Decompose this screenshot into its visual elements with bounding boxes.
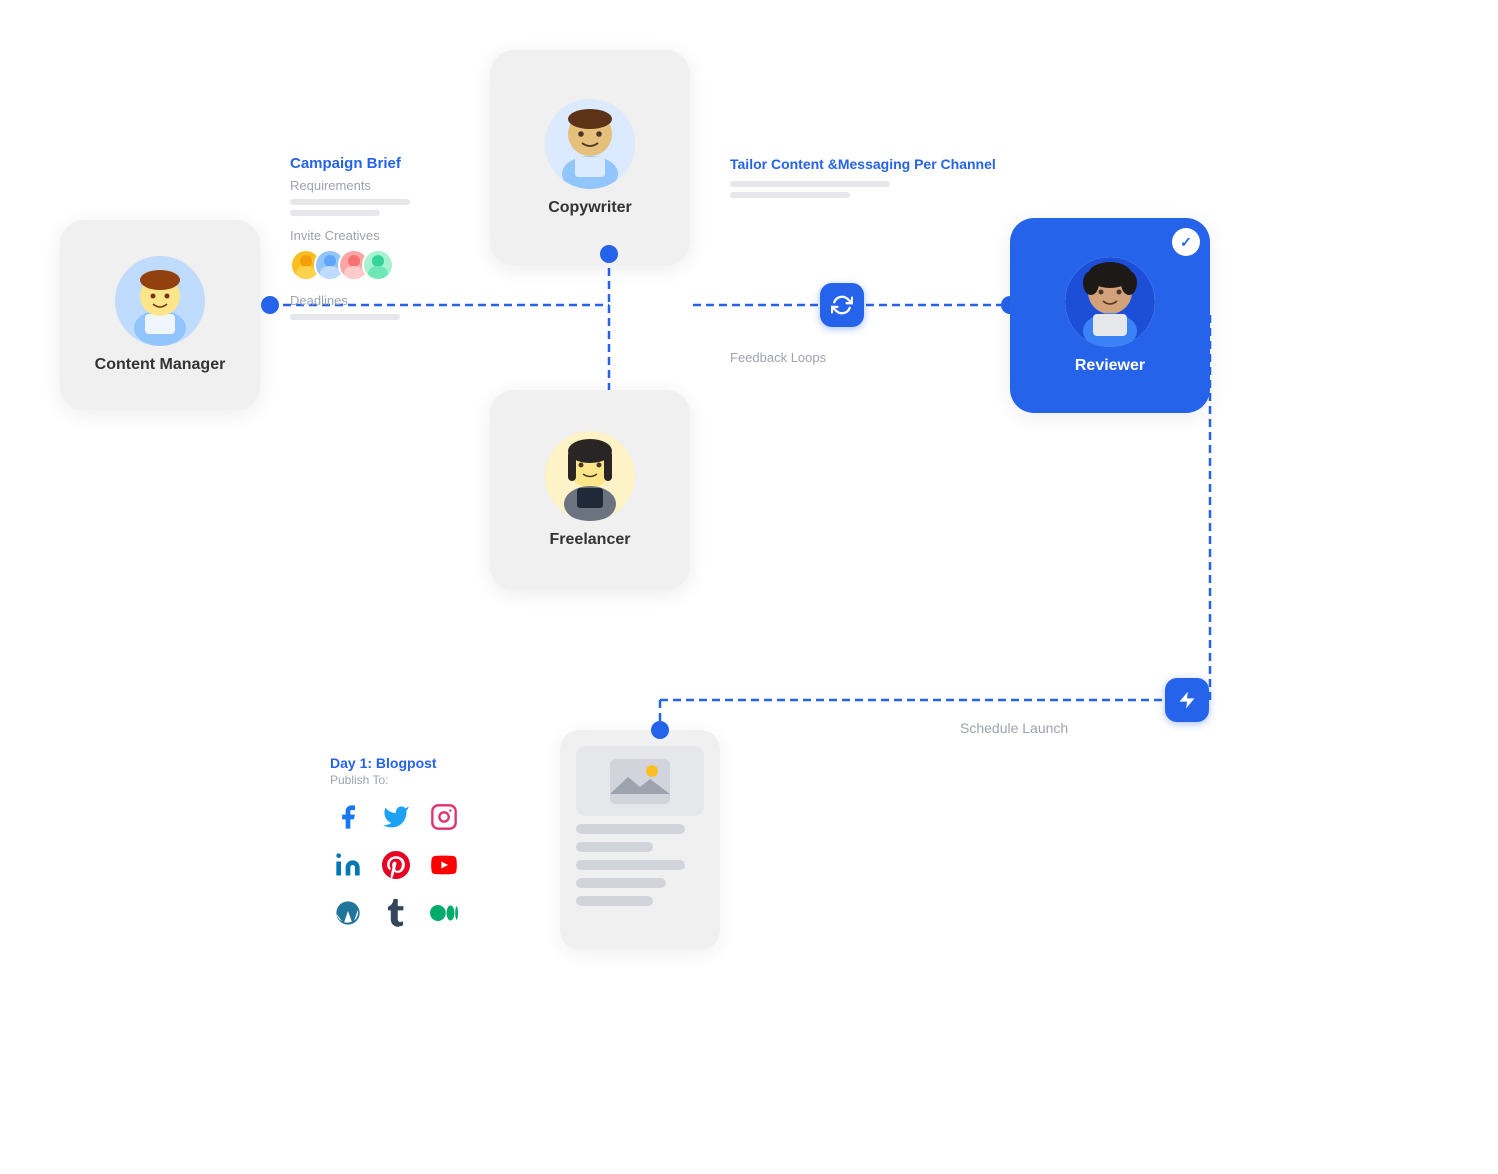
doc-line-3 — [576, 860, 685, 870]
social-icons-grid — [330, 799, 462, 931]
doc-line-4 — [576, 878, 666, 888]
pinterest-icon[interactable] — [378, 847, 414, 883]
invite-avatars — [290, 249, 490, 281]
twitter-icon[interactable] — [378, 799, 414, 835]
social-panel: Day 1: Blogpost Publish To: — [330, 755, 462, 931]
wordpress-icon[interactable] — [330, 895, 366, 931]
youtube-icon[interactable] — [426, 847, 462, 883]
medium-icon[interactable] — [426, 895, 462, 931]
cm-connector-dot — [261, 296, 279, 314]
invite-label: Invite Creatives — [290, 228, 490, 243]
campaign-brief-annotation: Campaign Brief Requirements Invite Creat… — [290, 155, 490, 325]
doc-line-5 — [576, 896, 653, 906]
tailor-content-title: Tailor Content &Messaging Per Channel — [730, 155, 1010, 173]
doc-image — [576, 746, 704, 816]
refresh-icon-btn[interactable] — [820, 283, 864, 327]
schedule-launch-annotation: Schedule Launch — [960, 720, 1068, 742]
tumblr-icon[interactable] — [378, 895, 414, 931]
tailor-content-annotation: Tailor Content &Messaging Per Channel — [730, 155, 1010, 203]
copywriter-label: Copywriter — [548, 199, 632, 217]
campaign-brief-title: Campaign Brief — [290, 155, 490, 172]
copywriter-card: Copywriter — [490, 50, 690, 265]
instagram-icon[interactable] — [426, 799, 462, 835]
reviewer-avatar — [1065, 257, 1155, 347]
freelancer-label: Freelancer — [550, 531, 631, 549]
requirements-label: Requirements — [290, 178, 490, 193]
freelancer-avatar — [545, 431, 635, 521]
freelancer-card: Freelancer — [490, 390, 690, 590]
reviewer-label: Reviewer — [1075, 357, 1145, 375]
feedback-loops-annotation: Feedback Loops — [730, 350, 826, 371]
lightning-icon-btn[interactable] — [1165, 678, 1209, 722]
content-manager-avatar — [115, 256, 205, 346]
feedback-loops-label: Feedback Loops — [730, 350, 826, 365]
day1-title: Day 1: Blogpost — [330, 755, 462, 771]
content-manager-card: Content Manager — [60, 220, 260, 410]
facebook-icon[interactable] — [330, 799, 366, 835]
publish-to-label: Publish To: — [330, 773, 462, 787]
doc-line-2 — [576, 842, 653, 852]
diagram-container: Content Manager Campaign Brief Requireme… — [0, 0, 1498, 1174]
content-manager-label: Content Manager — [95, 356, 226, 374]
doc-line-1 — [576, 824, 685, 834]
schedule-launch-label: Schedule Launch — [960, 720, 1068, 736]
document-card — [560, 730, 720, 950]
document-connector-dot — [651, 721, 669, 739]
copywriter-connector-dot — [600, 245, 618, 263]
check-badge: ✓ — [1172, 228, 1200, 256]
copywriter-avatar — [545, 99, 635, 189]
linkedin-icon[interactable] — [330, 847, 366, 883]
deadlines-label: Deadlines — [290, 293, 490, 308]
reviewer-card: ✓ Reviewer — [1010, 218, 1210, 413]
